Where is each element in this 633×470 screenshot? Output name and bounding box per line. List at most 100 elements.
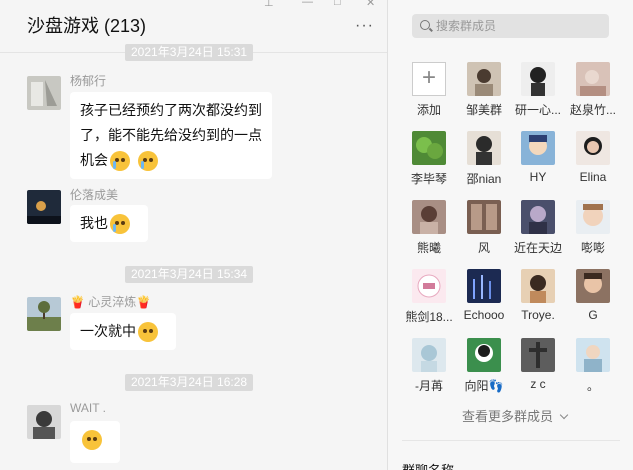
- message-bubble[interactable]: 一次就中: [70, 313, 176, 350]
- avatar: [576, 62, 610, 96]
- view-more-members-link[interactable]: 查看更多群成员: [462, 406, 569, 425]
- message-text: 我也: [80, 215, 108, 231]
- avatar: [521, 62, 555, 96]
- close-icon[interactable]: ✕: [366, 0, 375, 9]
- crying-emoji-icon: [110, 151, 130, 172]
- avatar: [521, 131, 555, 165]
- group-name-section-title: 群聊名称: [402, 460, 454, 470]
- avatar: [467, 200, 501, 234]
- add-member-button[interactable]: + 添加: [402, 62, 456, 124]
- member-name: 熊剑18...: [405, 310, 453, 324]
- search-icon: [420, 20, 430, 30]
- crying-emoji-icon: [110, 214, 130, 235]
- member-item[interactable]: Echooo: [457, 269, 511, 331]
- avatar: [521, 200, 555, 234]
- member-item[interactable]: z c: [511, 338, 565, 400]
- message-text-line: 机会: [80, 152, 108, 168]
- member-name: HY: [529, 170, 547, 184]
- member-name: 嘭嘭: [580, 241, 605, 255]
- member-name: 风: [477, 241, 490, 255]
- member-item[interactable]: 邹美群: [457, 62, 511, 124]
- plus-icon: +: [412, 62, 446, 96]
- member-item[interactable]: -月苒: [402, 338, 456, 400]
- avatar: [412, 269, 446, 303]
- drooling-emoji-icon: [82, 430, 102, 451]
- avatar: [467, 338, 501, 372]
- member-item[interactable]: G: [566, 269, 620, 331]
- member-item[interactable]: 邵nian: [457, 131, 511, 193]
- member-item[interactable]: 研一心...: [511, 62, 565, 124]
- member-name: Elina: [579, 170, 607, 184]
- more-options-button[interactable]: ···: [355, 18, 374, 34]
- avatar: [576, 338, 610, 372]
- member-name: 研一心...: [514, 103, 561, 117]
- member-name: -月苒: [415, 379, 443, 393]
- sender-name: 伦落成美: [70, 188, 119, 202]
- message-text-line: 了，能不能先给没约到的一点: [80, 127, 262, 143]
- member-item[interactable]: 赵泉竹...: [566, 62, 620, 124]
- message-bubble[interactable]: 孩子已经预约了两次都没约到 了，能不能先给没约到的一点 机会: [70, 92, 272, 179]
- drooling-emoji-icon: [138, 322, 158, 343]
- search-input[interactable]: [436, 14, 601, 38]
- member-name: 添加: [416, 103, 441, 117]
- member-item[interactable]: 。: [566, 338, 620, 400]
- avatar[interactable]: [27, 297, 61, 331]
- avatar: [412, 131, 446, 165]
- member-panel: ⊥ — □ ✕ + 添加 邹美群 研一心... 赵泉竹... 李毕琴: [264, 0, 633, 470]
- avatar: [467, 131, 501, 165]
- timestamp: 2021年3月24日 15:31: [125, 44, 254, 61]
- chevron-down-icon: [559, 410, 569, 420]
- minimize-icon[interactable]: —: [302, 0, 313, 8]
- member-name: 向阳👣: [464, 379, 504, 393]
- member-item[interactable]: 近在天边: [511, 200, 565, 262]
- member-item[interactable]: 熊曦: [402, 200, 456, 262]
- avatar: [467, 269, 501, 303]
- sender-name: 🍟 心灵淬炼🍟: [70, 295, 152, 309]
- view-more-label: 查看更多群成员: [462, 409, 554, 424]
- member-item[interactable]: Troye.: [511, 269, 565, 331]
- avatar[interactable]: [27, 190, 61, 224]
- avatar: [412, 338, 446, 372]
- member-item[interactable]: HY: [511, 131, 565, 193]
- sender-name: WAIT .: [70, 401, 106, 415]
- member-name: G: [588, 308, 598, 322]
- chat-title: 沙盘游戏 (213): [27, 16, 147, 36]
- message-bubble[interactable]: 我也: [70, 205, 148, 242]
- member-item[interactable]: 风: [457, 200, 511, 262]
- member-name: z c: [530, 377, 546, 391]
- pin-icon[interactable]: ⊥: [264, 0, 274, 9]
- message-bubble[interactable]: [70, 421, 120, 463]
- message-text-line: 孩子已经预约了两次都没约到: [80, 102, 262, 118]
- member-name: Echooo: [463, 308, 505, 322]
- member-item[interactable]: Elina: [566, 131, 620, 193]
- timestamp: 2021年3月24日 15:34: [125, 266, 254, 283]
- avatar: [576, 131, 610, 165]
- member-item[interactable]: 向阳👣: [457, 338, 511, 400]
- member-name: 李毕琴: [410, 172, 447, 186]
- member-item[interactable]: 熊剑18...: [402, 269, 456, 331]
- member-name: 。: [586, 379, 599, 393]
- avatar: [576, 269, 610, 303]
- message-text: 一次就中: [80, 323, 136, 339]
- panel-divider: [402, 440, 620, 441]
- member-name: 赵泉竹...: [569, 103, 616, 117]
- member-name: 邵nian: [466, 172, 502, 186]
- maximize-icon[interactable]: □: [334, 0, 341, 8]
- avatar[interactable]: [27, 76, 61, 110]
- avatar: [412, 200, 446, 234]
- sender-name: 杨郁行: [70, 74, 107, 88]
- member-item[interactable]: 嘭嘭: [566, 200, 620, 262]
- avatar: [521, 338, 555, 372]
- member-name: 邹美群: [465, 103, 502, 117]
- member-name: 熊曦: [416, 241, 441, 255]
- avatar[interactable]: [27, 405, 61, 439]
- member-item[interactable]: 李毕琴: [402, 131, 456, 193]
- avatar: [521, 269, 555, 303]
- member-name: 近在天边: [513, 241, 562, 255]
- avatar: [467, 62, 501, 96]
- crying-emoji-icon: [137, 151, 158, 172]
- member-name: Troye.: [521, 308, 555, 322]
- member-search[interactable]: [412, 14, 609, 38]
- chat-pane: 沙盘游戏 (213) ··· 2021年3月24日 15:31 杨郁行 孩子已经…: [0, 0, 387, 470]
- timestamp: 2021年3月24日 16:28: [125, 374, 254, 391]
